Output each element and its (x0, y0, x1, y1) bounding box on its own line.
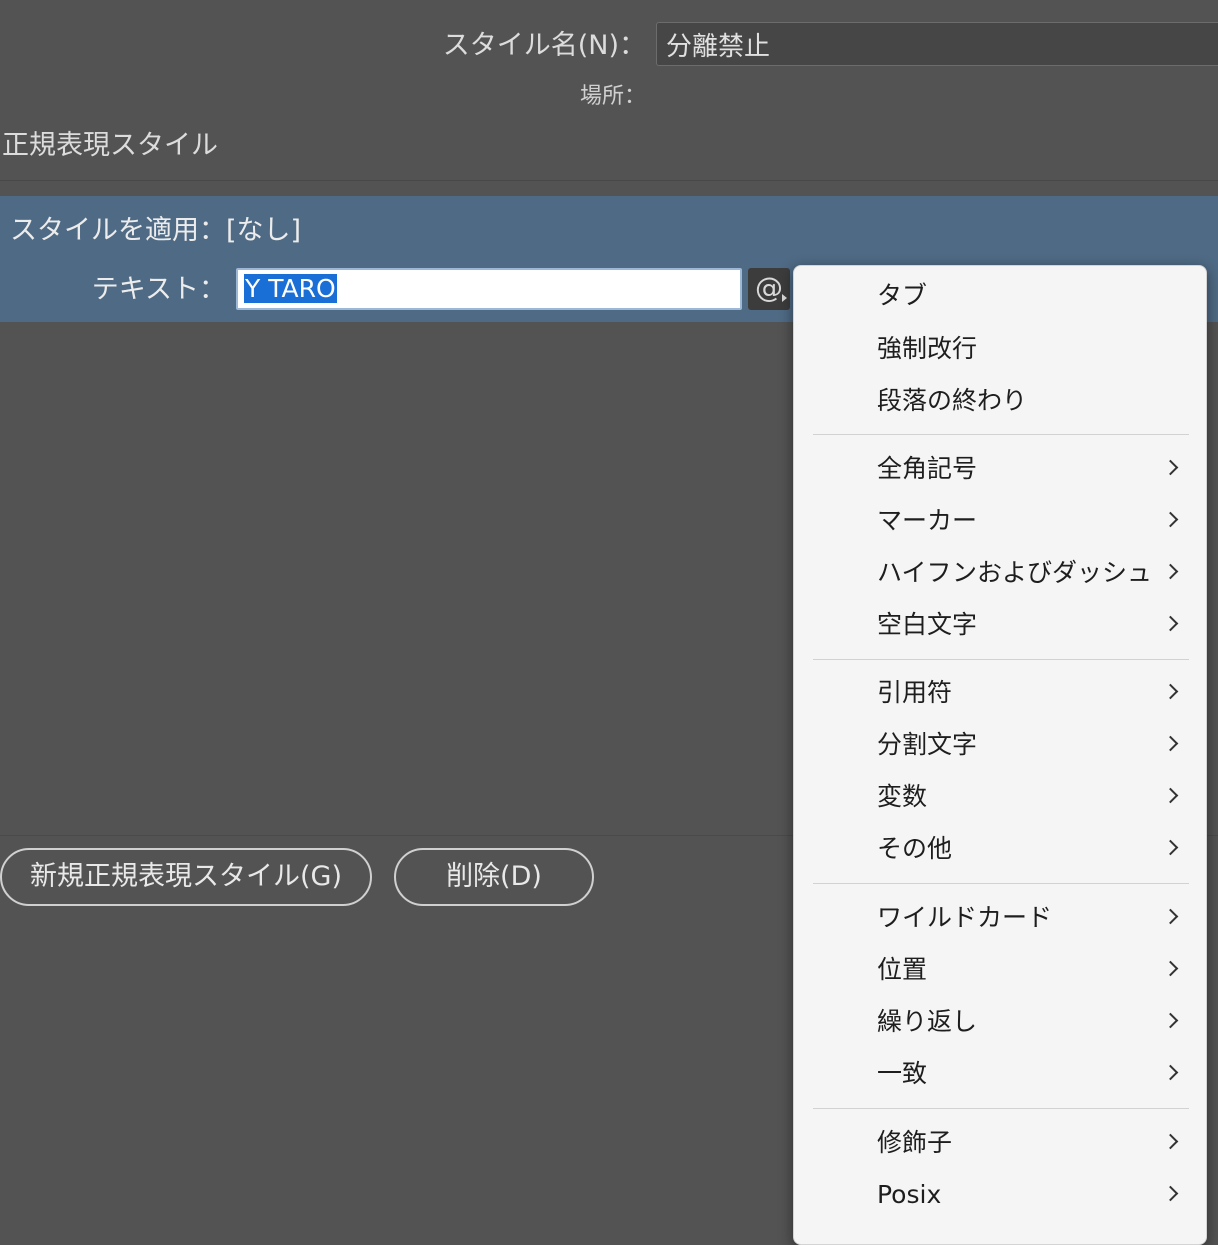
chevron-right-icon (1162, 1064, 1179, 1081)
menu-item-end-of-paragraph[interactable]: 段落の終わり (794, 375, 1206, 427)
menu-item-label: 繰り返し (877, 1007, 978, 1036)
chevron-right-icon (1162, 563, 1179, 580)
menu-item-match[interactable]: 一致 (794, 1048, 1206, 1100)
menu-item-tab[interactable]: タブ (794, 270, 1206, 322)
menu-item-label: その他 (877, 834, 953, 863)
menu-item-label: マーカー (877, 506, 978, 535)
menu-item-quotation-marks[interactable]: 引用符 (794, 667, 1206, 719)
menu-item-locations[interactable]: 位置 (794, 944, 1206, 996)
chevron-right-icon (1162, 1185, 1179, 1202)
menu-item-markers[interactable]: マーカー (794, 495, 1206, 547)
menu-item-label: 引用符 (877, 678, 953, 707)
menu-item-white-space[interactable]: 空白文字 (794, 599, 1206, 651)
text-label: テキスト： (91, 274, 226, 305)
menu-item-hyphens-dashes[interactable]: ハイフンおよびダッシュ (794, 547, 1206, 599)
menu-item-repeat[interactable]: 繰り返し (794, 996, 1206, 1048)
menu-item-fullwidth-symbols[interactable]: 全角記号 (794, 443, 1206, 495)
chevron-right-icon (1162, 960, 1179, 977)
divider (0, 180, 1218, 181)
chevron-right-icon (1162, 511, 1179, 528)
menu-item-label: 段落の終わり (877, 386, 1028, 415)
menu-item-label: 修飾子 (877, 1128, 953, 1157)
menu-item-modifiers[interactable]: 修飾子 (794, 1117, 1206, 1169)
menu-item-label: 位置 (877, 955, 928, 984)
menu-item-label: タブ (877, 281, 928, 310)
menu-separator (813, 883, 1189, 884)
chevron-right-icon (1162, 908, 1179, 925)
menu-item-label: 変数 (877, 782, 928, 811)
menu-item-label: 分割文字 (877, 730, 978, 759)
apply-style-label[interactable]: スタイルを適用：[なし] (10, 211, 301, 251)
special-characters-menu: タブ 強制改行 段落の終わり 全角記号 マーカー ハイフンおよびダッシュ 空白文… (793, 265, 1207, 1245)
chevron-right-icon (1162, 1133, 1179, 1150)
menu-item-label: ワイルドカード (877, 903, 1053, 932)
menu-separator (813, 659, 1189, 660)
menu-item-label: 強制改行 (877, 334, 978, 363)
menu-item-other[interactable]: その他 (794, 823, 1206, 875)
delete-button[interactable]: 削除(D) (394, 848, 594, 906)
text-input[interactable]: Y TARO (236, 268, 742, 310)
at-sign-icon: @ (755, 271, 783, 304)
special-characters-button[interactable]: @ (748, 268, 790, 310)
chevron-right-icon (1162, 735, 1179, 752)
menu-item-forced-line-break[interactable]: 強制改行 (794, 323, 1206, 375)
menu-item-label: 空白文字 (877, 610, 978, 639)
section-title: 正規表現スタイル (2, 130, 218, 161)
new-regex-style-button[interactable]: 新規正規表現スタイル(G) (0, 848, 372, 906)
style-name-input[interactable] (656, 22, 1218, 66)
menu-item-posix[interactable]: Posix (794, 1169, 1206, 1221)
menu-item-label: ハイフンおよびダッシュ (877, 558, 1153, 587)
chevron-right-icon (1162, 839, 1179, 856)
style-name-label: スタイル名(N)： (442, 30, 646, 61)
selected-text: Y TARO (244, 274, 337, 303)
menu-item-variables[interactable]: 変数 (794, 771, 1206, 823)
menu-item-label: 全角記号 (877, 454, 978, 483)
chevron-right-icon (1162, 683, 1179, 700)
chevron-right-icon (1162, 1012, 1179, 1029)
menu-separator (813, 434, 1189, 435)
menu-item-label: Posix (877, 1180, 942, 1209)
menu-item-label: 一致 (877, 1059, 928, 1088)
menu-item-break-characters[interactable]: 分割文字 (794, 719, 1206, 771)
dropdown-triangle-icon (782, 294, 787, 302)
chevron-right-icon (1162, 787, 1179, 804)
chevron-right-icon (1162, 459, 1179, 476)
location-label: 場所： (579, 84, 646, 109)
menu-item-wildcards[interactable]: ワイルドカード (794, 892, 1206, 944)
chevron-right-icon (1162, 615, 1179, 632)
menu-separator (813, 1108, 1189, 1109)
